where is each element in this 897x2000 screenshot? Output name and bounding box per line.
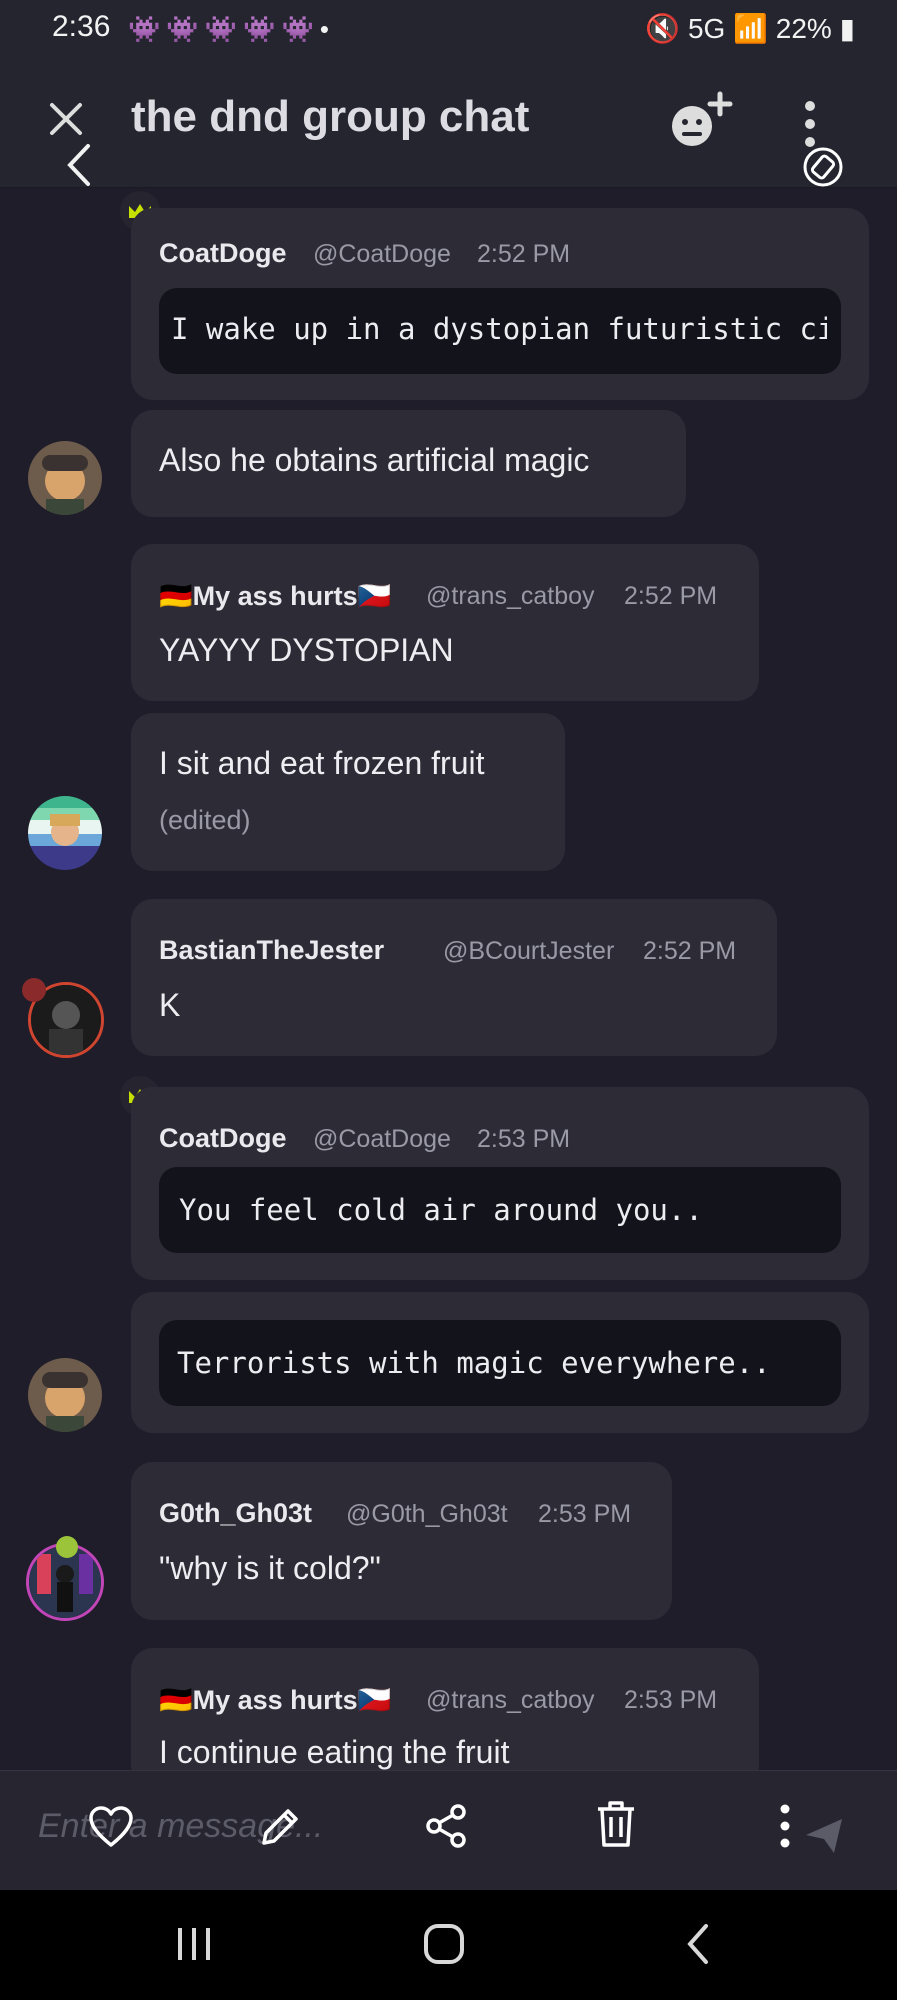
status-bar: 2:36 👾👾👾👾👾• 🔇 5G 📶 22% ▮ (0, 0, 897, 62)
avatar[interactable] (28, 796, 102, 870)
message-handle: @G0th_Gh03t (346, 1500, 508, 1528)
discord-icon: 👾 (243, 14, 282, 44)
code-block: I wake up in a dystopian futuristic city (159, 288, 841, 374)
status-time: 2:36 (52, 10, 111, 43)
chat-title: the dnd group chat (131, 92, 530, 141)
avatar[interactable] (28, 441, 102, 515)
chat-header: the dnd group chat (0, 62, 897, 188)
battery-icon: ▮ (839, 13, 855, 44)
avatar[interactable] (28, 1358, 102, 1432)
message-handle: @BCourtJester (443, 937, 615, 965)
message-handle: @CoatDoge (313, 1125, 451, 1153)
nav-back-icon[interactable] (682, 1922, 714, 1966)
focus-icon[interactable] (800, 144, 846, 190)
discord-icon: 👾 (128, 14, 167, 44)
more-vertical-icon[interactable] (778, 1803, 792, 1849)
add-friend-icon[interactable] (668, 90, 734, 150)
more-icon[interactable] (800, 100, 820, 150)
code-text: I wake up in a dystopian futuristic city (171, 312, 827, 346)
message-text: I sit and eat frozen fruit (159, 745, 485, 781)
message-handle: @trans_catboy (426, 1686, 595, 1714)
message-bubble[interactable]: 🇩🇪My ass hurts🇨🇿 @trans_catboy 2:53 PM I… (131, 1648, 759, 1788)
battery-label: 22% (775, 13, 832, 44)
heart-icon[interactable] (88, 1805, 134, 1849)
message-author[interactable]: BastianTheJester (159, 935, 384, 966)
message-text: "why is it cold?" (159, 1550, 381, 1586)
message-time: 2:53 PM (624, 1686, 718, 1714)
home-icon[interactable] (422, 1922, 466, 1966)
message-text: I continue eating the fruit (159, 1734, 510, 1770)
message-bubble[interactable]: Terrorists with magic everywhere.. (131, 1292, 869, 1433)
message-bubble[interactable]: Also he obtains artificial magic (131, 410, 686, 517)
status-right: 🔇 5G 📶 22% ▮ (645, 12, 855, 45)
avatar-decoration-icon (56, 1536, 78, 1558)
message-author[interactable]: 🇩🇪My ass hurts🇨🇿 (159, 1684, 391, 1716)
message-author[interactable]: CoatDoge (159, 238, 287, 269)
code-text: Terrorists with magic everywhere.. (177, 1346, 771, 1380)
wifi-icon: 📶 (733, 13, 768, 44)
message-text: K (159, 987, 181, 1023)
message-handle: @trans_catboy (426, 582, 595, 610)
mute-icon: 🔇 (645, 13, 681, 44)
message-text: YAYYY DYSTOPIAN (159, 632, 454, 668)
message-author[interactable]: CoatDoge (159, 1123, 287, 1154)
discord-icon: 👾 (166, 14, 205, 44)
network-label: 5G (687, 13, 726, 44)
pencil-icon[interactable] (256, 1803, 304, 1851)
recent-apps-icon[interactable] (174, 1924, 214, 1964)
close-icon[interactable] (44, 97, 88, 141)
discord-icon: 👾 (281, 14, 320, 44)
message-handle: @CoatDoge (313, 240, 451, 268)
system-navigation-bar (0, 1890, 897, 2000)
avatar-decoration-icon (22, 978, 46, 1002)
message-bubble[interactable]: I sit and eat frozen fruit (edited) (131, 713, 565, 871)
message-time: 2:52 PM (643, 937, 737, 965)
code-text: You feel cold air around you.. (179, 1193, 703, 1227)
message-bubble[interactable]: CoatDoge @CoatDoge 2:52 PM I wake up in … (131, 208, 869, 400)
code-block: Terrorists with magic everywhere.. (159, 1320, 841, 1406)
code-block: You feel cold air around you.. (159, 1167, 841, 1253)
message-time: 2:52 PM (624, 582, 718, 610)
discord-icon: 👾 (204, 14, 244, 44)
message-text: Also he obtains artificial magic (159, 442, 590, 478)
edited-label: (edited) (159, 805, 251, 835)
message-time: 2:53 PM (477, 1125, 571, 1153)
message-bubble[interactable]: BastianTheJester @BCourtJester 2:52 PM K (131, 899, 777, 1056)
message-author[interactable]: G0th_Gh03t (159, 1498, 312, 1529)
back-icon[interactable] (64, 142, 94, 188)
message-author[interactable]: 🇩🇪My ass hurts🇨🇿 (159, 580, 391, 612)
message-bubble[interactable]: CoatDoge @CoatDoge 2:53 PM You feel cold… (131, 1087, 869, 1280)
message-bubble[interactable]: G0th_Gh03t @G0th_Gh03t 2:53 PM "why is i… (131, 1462, 672, 1620)
message-input-bar: Enter a message... (0, 1770, 897, 1891)
dot-icon: • (319, 14, 335, 44)
notification-icons: 👾👾👾👾👾• (128, 14, 335, 45)
share-icon[interactable] (424, 1803, 470, 1849)
message-time: 2:53 PM (538, 1500, 632, 1528)
message-bubble[interactable]: 🇩🇪My ass hurts🇨🇿 @trans_catboy 2:52 PM Y… (131, 544, 759, 701)
send-icon[interactable] (804, 1815, 844, 1855)
message-time: 2:52 PM (477, 240, 571, 268)
trash-icon[interactable] (594, 1799, 638, 1849)
